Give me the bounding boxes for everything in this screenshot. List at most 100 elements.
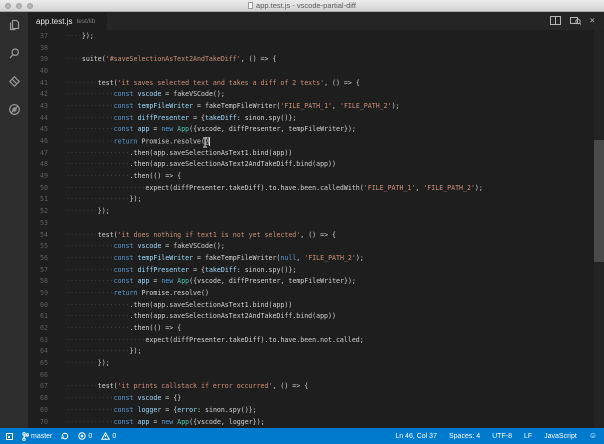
code-line[interactable]: 40 — [28, 65, 604, 77]
language-mode-indicator[interactable]: JavaScript — [544, 433, 577, 440]
line-number[interactable]: 68 — [28, 394, 48, 402]
code-line[interactable]: 45············const app = new App({vscod… — [28, 124, 604, 136]
split-editor-icon[interactable] — [550, 12, 561, 30]
code-text: ····}); — [66, 32, 94, 40]
line-number[interactable]: 57 — [28, 266, 48, 274]
line-number[interactable]: 70 — [28, 418, 48, 426]
code-line[interactable]: 46············return Promise.resolve() — [28, 135, 604, 147]
mouse-ibeam-cursor — [202, 137, 208, 148]
code-line[interactable]: 56············const tempFileWriter = fak… — [28, 252, 604, 264]
code-line[interactable]: 50····················expect(diffPresent… — [28, 182, 604, 194]
errors-indicator[interactable]: 0 — [78, 432, 92, 440]
tab-app-test-js[interactable]: app.test.js test/lib — [28, 12, 107, 30]
code-line[interactable]: 61················.then(app.saveSelectio… — [28, 311, 604, 323]
code-line[interactable]: 49················.then(() => { — [28, 170, 604, 182]
line-number[interactable]: 38 — [28, 44, 48, 52]
line-number[interactable]: 39 — [28, 55, 48, 63]
code-line[interactable]: 66 — [28, 369, 604, 381]
line-number[interactable]: 55 — [28, 242, 48, 250]
code-line[interactable]: 59 ············return Promise.resolve() — [28, 287, 604, 299]
line-number[interactable]: 47 — [28, 149, 48, 157]
code-line[interactable]: 37 ····}); — [28, 30, 604, 42]
code-line[interactable]: 39 ····suite('#saveSelectionAsText2AndTak… — [28, 53, 604, 65]
close-tab-icon[interactable]: × — [590, 17, 595, 26]
code-line[interactable]: 42············const vscode = fakeVSCode(… — [28, 88, 604, 100]
code-line[interactable]: 62················.then(() => { — [28, 322, 604, 334]
statusbar-left: master 0 0 — [0, 432, 116, 441]
indentation-indicator[interactable]: Spaces: 4 — [449, 433, 480, 440]
code-line[interactable]: 67········test('it prints callstack if e… — [28, 381, 604, 393]
encoding-indicator[interactable]: UTF-8 — [492, 433, 512, 440]
git-sync-button[interactable] — [61, 432, 69, 440]
statusbar-right: Ln 46, Col 37 Spaces: 4 UTF-8 LF JavaScr… — [395, 432, 604, 440]
line-number[interactable]: 53 — [28, 219, 48, 227]
window-title-area: app.test.js - vscode-partial-diff — [0, 1, 604, 10]
line-number[interactable]: 43 — [28, 102, 48, 110]
code-line[interactable]: 58············const app = new App({vscod… — [28, 275, 604, 287]
status-box-icon[interactable] — [6, 433, 13, 440]
eol-indicator[interactable]: LF — [524, 433, 532, 440]
code-line[interactable]: 69 ············const logger = {error: sin… — [28, 404, 604, 416]
code-line[interactable]: 51················}); — [28, 194, 604, 206]
code-line[interactable]: 48················.then(app.saveSelectio… — [28, 159, 604, 171]
code-editor[interactable]: 37 ····}); 38 39 ····suite('#saveSelectionAs… — [28, 30, 604, 428]
code-line[interactable]: 70············const app = new App({vscod… — [28, 416, 604, 428]
code-line[interactable]: 41········test('it saves selected text a… — [28, 77, 604, 89]
line-number[interactable]: 44 — [28, 114, 48, 122]
editor-scrollbar-thumb[interactable] — [594, 140, 604, 262]
line-number[interactable]: 46 — [28, 137, 48, 145]
line-number[interactable]: 60 — [28, 301, 48, 309]
line-number[interactable]: 37 — [28, 32, 48, 40]
editor-tab-bar: app.test.js test/lib × — [28, 12, 604, 30]
line-number[interactable]: 51 — [28, 195, 48, 203]
code-line[interactable]: 55············const vscode = fakeVSCode(… — [28, 240, 604, 252]
code-line[interactable]: 52········}); — [28, 205, 604, 217]
code-line[interactable]: 47················.then(app.saveSelectio… — [28, 147, 604, 159]
line-number[interactable]: 67 — [28, 382, 48, 390]
line-number[interactable]: 49 — [28, 172, 48, 180]
line-number[interactable]: 56 — [28, 254, 48, 262]
warnings-count: 0 — [112, 433, 116, 440]
line-number[interactable]: 62 — [28, 324, 48, 332]
line-number[interactable]: 65 — [28, 359, 48, 367]
code-line[interactable]: 63····················expect(diffPresent… — [28, 334, 604, 346]
debug-icon[interactable] — [7, 102, 22, 117]
code-line[interactable]: 54········test('it does nothing if text1… — [28, 229, 604, 241]
git-branch-indicator[interactable]: master — [22, 432, 52, 441]
cursor-position-indicator[interactable]: Ln 46, Col 37 — [395, 433, 437, 440]
line-number[interactable]: 63 — [28, 336, 48, 344]
code-text: ············return Promise.resolve() — [66, 289, 209, 297]
line-number[interactable]: 59 — [28, 289, 48, 297]
code-line[interactable]: 60················.then(app.saveSelectio… — [28, 299, 604, 311]
code-line[interactable]: 53 — [28, 217, 604, 229]
line-number[interactable]: 42 — [28, 90, 48, 98]
code-line[interactable]: 44············const diffPresenter = {tak… — [28, 112, 604, 124]
feedback-smiley-icon[interactable]: ☺ — [589, 432, 597, 440]
line-number[interactable]: 50 — [28, 184, 48, 192]
line-number[interactable]: 48 — [28, 160, 48, 168]
line-number[interactable]: 61 — [28, 312, 48, 320]
code-line[interactable]: 64················}); — [28, 346, 604, 358]
code-text: ············const logger = {error: sinon… — [66, 406, 257, 414]
window-titlebar: app.test.js - vscode-partial-diff — [0, 0, 604, 12]
line-number[interactable]: 45 — [28, 125, 48, 133]
open-preview-icon[interactable] — [570, 12, 581, 30]
line-number[interactable]: 66 — [28, 371, 48, 379]
source-control-icon[interactable] — [7, 74, 22, 89]
line-number[interactable]: 69 — [28, 406, 48, 414]
code-line[interactable]: 43············const tempFileWriter = fak… — [28, 100, 604, 112]
explorer-icon[interactable] — [7, 18, 22, 33]
line-number[interactable]: 52 — [28, 207, 48, 215]
search-icon[interactable] — [7, 46, 22, 61]
line-number[interactable]: 58 — [28, 277, 48, 285]
line-number[interactable]: 64 — [28, 347, 48, 355]
warnings-indicator[interactable]: 0 — [101, 432, 116, 440]
code-line[interactable]: 57············const diffPresenter = {tak… — [28, 264, 604, 276]
code-line[interactable]: 65········}); — [28, 357, 604, 369]
code-text: ····suite('#saveSelectionAsText2AndTakeD… — [66, 55, 276, 63]
line-number[interactable]: 54 — [28, 231, 48, 239]
code-line[interactable]: 68············const vscode = {} — [28, 392, 604, 404]
code-line[interactable]: 38 — [28, 42, 604, 54]
line-number[interactable]: 41 — [28, 79, 48, 87]
line-number[interactable]: 40 — [28, 67, 48, 75]
